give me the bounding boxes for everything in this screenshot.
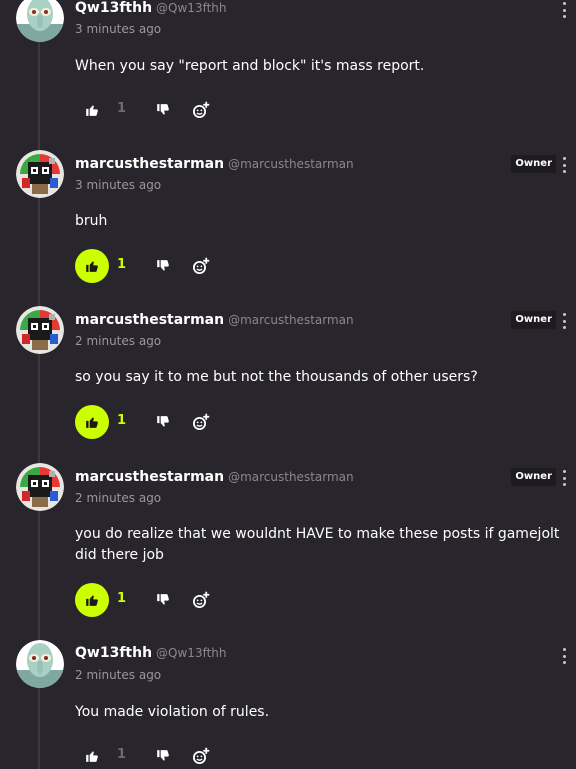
dislike-button[interactable] xyxy=(151,410,175,434)
author-line: Qw13fthh @Qw13fthh xyxy=(75,0,227,16)
timestamp: 3 minutes ago xyxy=(75,178,162,192)
add-reaction-icon xyxy=(192,101,210,119)
reply-button[interactable] xyxy=(189,410,213,434)
dislike-button[interactable] xyxy=(151,744,175,768)
comment-actions: 1 xyxy=(75,583,275,617)
owner-badge: Owner xyxy=(511,155,556,173)
comment-text: You made violation of rules. xyxy=(75,704,270,720)
comment-actions: 1 xyxy=(75,739,275,769)
like-button[interactable] xyxy=(75,93,109,127)
thumbs-down-icon xyxy=(157,416,169,427)
comment-actions: 1 xyxy=(75,405,275,439)
like-count: 1 xyxy=(117,747,127,762)
author-name[interactable]: marcusthestarman xyxy=(75,469,224,485)
more-options-icon[interactable] xyxy=(560,2,568,18)
thumbs-up-icon xyxy=(86,751,98,762)
author-line: marcusthestarman @marcusthestarman xyxy=(75,312,354,328)
timestamp: 2 minutes ago xyxy=(75,668,162,682)
squidward-avatar-icon[interactable] xyxy=(16,0,64,42)
thumbs-up-icon xyxy=(86,595,98,606)
more-options-icon[interactable] xyxy=(560,648,568,664)
timestamp: 2 minutes ago xyxy=(75,334,162,348)
comment-actions: 1 xyxy=(75,93,275,127)
comment-text: bruh xyxy=(75,213,108,229)
timestamp: 3 minutes ago xyxy=(75,22,162,36)
add-reaction-icon xyxy=(192,747,210,765)
author-line: Qw13fthh @Qw13fthh xyxy=(75,645,227,661)
comment-actions: 1 xyxy=(75,249,275,283)
dislike-button[interactable] xyxy=(151,588,175,612)
author-name[interactable]: Qw13fthh xyxy=(75,0,152,16)
reply-button[interactable] xyxy=(189,588,213,612)
author-line: marcusthestarman @marcusthestarman xyxy=(75,469,354,485)
comment-text: so you say it to me but not the thousand… xyxy=(75,369,478,385)
author-handle[interactable]: @Qw13fthh xyxy=(156,646,226,660)
author-name[interactable]: marcusthestarman xyxy=(75,156,224,172)
thumbs-down-icon xyxy=(157,594,169,605)
owner-badge: Owner xyxy=(511,468,556,486)
more-options-icon[interactable] xyxy=(560,470,568,486)
dislike-button[interactable] xyxy=(151,254,175,278)
thumbs-up-icon xyxy=(86,105,98,116)
author-name[interactable]: marcusthestarman xyxy=(75,312,224,328)
thumbs-down-icon xyxy=(157,750,169,761)
author-line: marcusthestarman @marcusthestarman xyxy=(75,156,354,172)
thumbs-up-icon xyxy=(86,261,98,272)
comment-text: When you say "report and block" it's mas… xyxy=(75,58,425,74)
like-button[interactable] xyxy=(75,249,109,283)
add-reaction-icon xyxy=(192,413,210,431)
thumbs-down-icon xyxy=(157,260,169,271)
like-count: 1 xyxy=(117,101,127,116)
thumbs-down-icon xyxy=(157,104,169,115)
comment-text: you do realize that we wouldnt HAVE to m… xyxy=(75,526,560,563)
dislike-button[interactable] xyxy=(151,98,175,122)
author-handle[interactable]: @Qw13fthh xyxy=(156,1,226,15)
author-name[interactable]: Qw13fthh xyxy=(75,645,152,661)
more-options-icon[interactable] xyxy=(560,313,568,329)
comment-feed: Qw13fthh @Qw13fthh 3 minutes ago When you… xyxy=(0,0,576,769)
pixel-character-avatar-icon[interactable] xyxy=(16,463,64,511)
pixel-character-avatar-icon[interactable] xyxy=(16,306,64,354)
timestamp: 2 minutes ago xyxy=(75,491,162,505)
like-count: 1 xyxy=(117,257,127,272)
add-reaction-icon xyxy=(192,257,210,275)
author-handle[interactable]: @marcusthestarman xyxy=(228,313,354,327)
add-reaction-icon xyxy=(192,591,210,609)
more-options-icon[interactable] xyxy=(560,157,568,173)
author-handle[interactable]: @marcusthestarman xyxy=(228,470,354,484)
owner-badge: Owner xyxy=(511,311,556,329)
like-count: 1 xyxy=(117,413,127,428)
reply-button[interactable] xyxy=(189,254,213,278)
reply-button[interactable] xyxy=(189,98,213,122)
like-count: 1 xyxy=(117,591,127,606)
reply-button[interactable] xyxy=(189,744,213,768)
like-button[interactable] xyxy=(75,405,109,439)
squidward-avatar-icon[interactable] xyxy=(16,640,64,688)
thumbs-up-icon xyxy=(86,417,98,428)
like-button[interactable] xyxy=(75,583,109,617)
author-handle[interactable]: @marcusthestarman xyxy=(228,157,354,171)
like-button[interactable] xyxy=(75,739,109,769)
pixel-character-avatar-icon[interactable] xyxy=(16,150,64,198)
